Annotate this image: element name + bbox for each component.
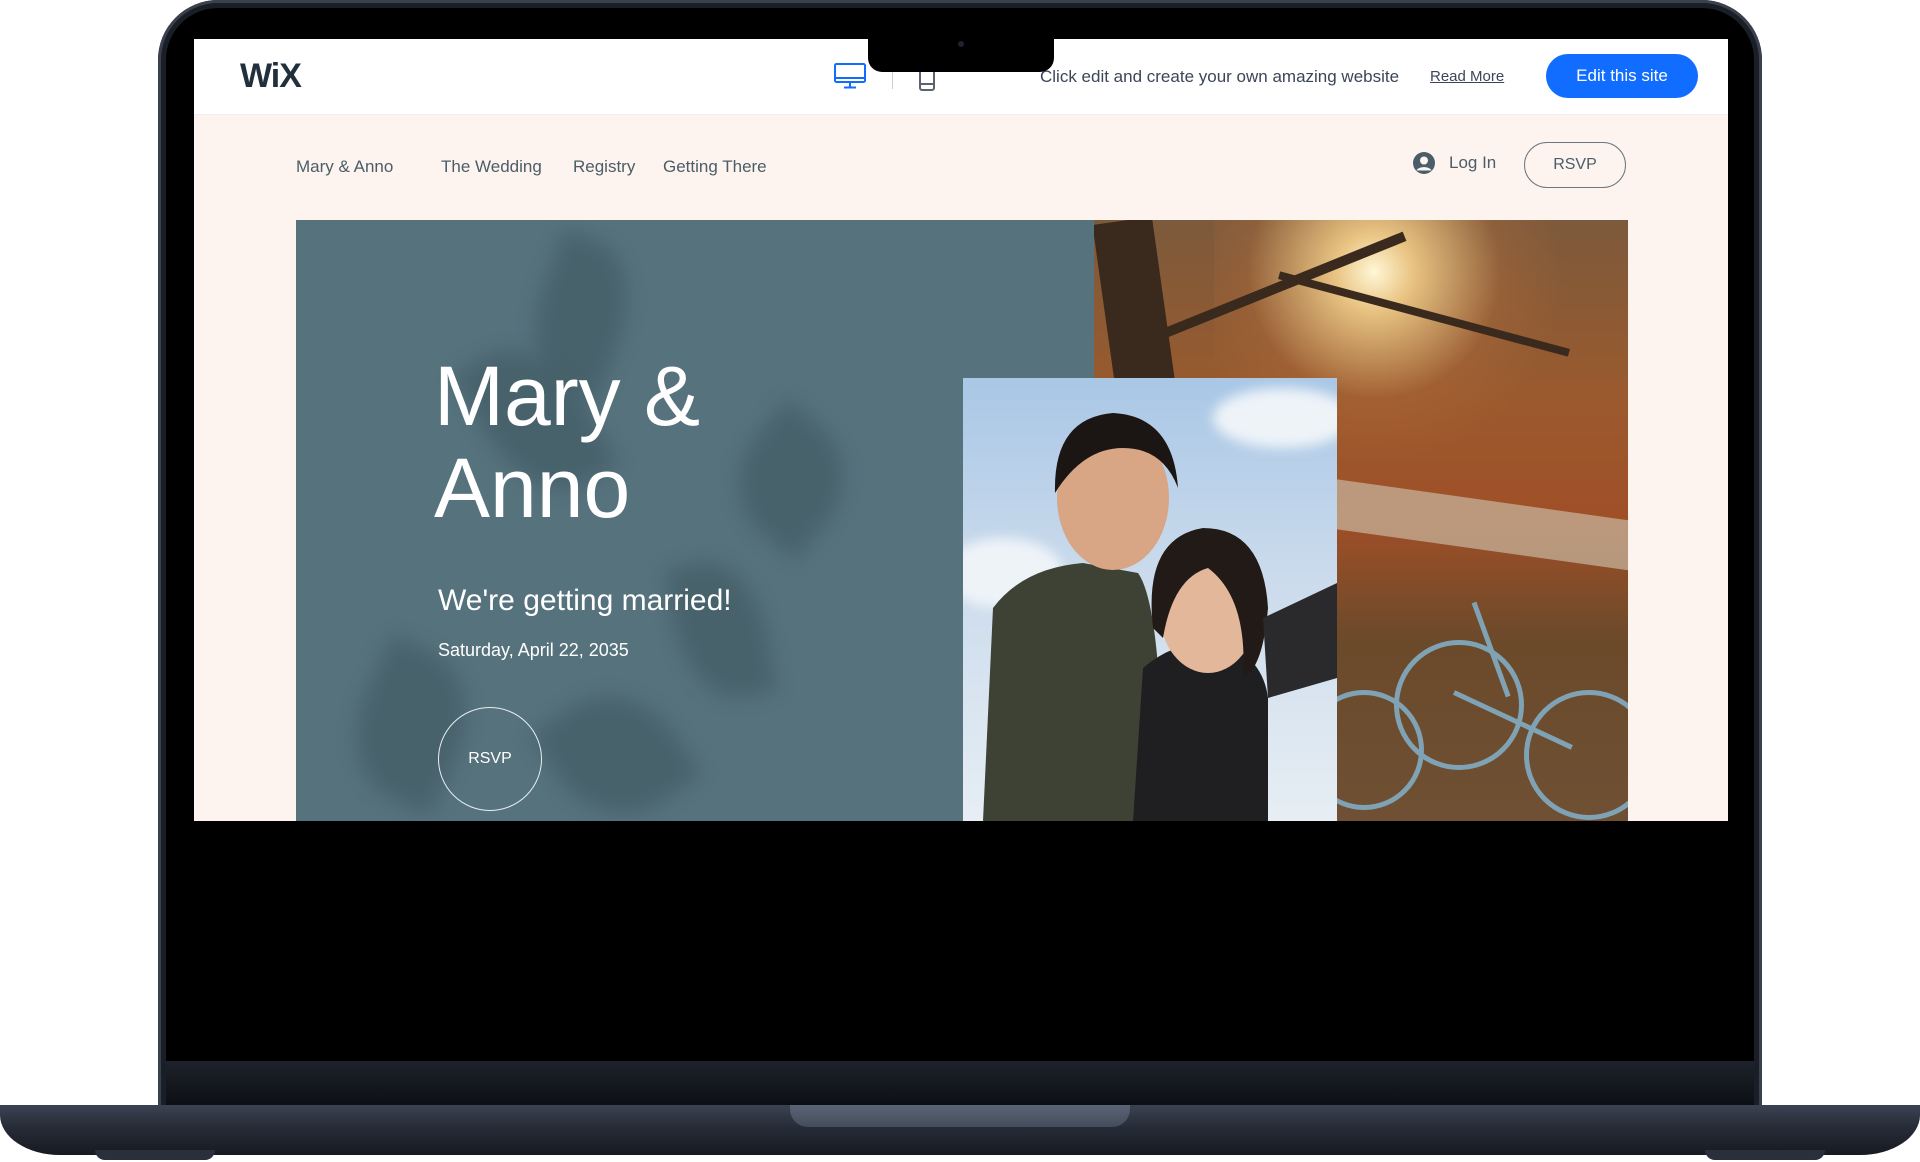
edit-this-site-button[interactable]: Edit this site	[1546, 54, 1698, 98]
laptop-foot	[1705, 1150, 1825, 1160]
laptop-foot	[95, 1150, 215, 1160]
nav-item-home[interactable]: Mary & Anno	[296, 157, 393, 177]
wedding-date: Saturday, April 22, 2035	[438, 640, 629, 660]
device-separator	[892, 71, 893, 89]
tree-trunk	[1094, 220, 1176, 394]
user-avatar-icon	[1413, 152, 1435, 174]
nav-item-registry[interactable]: Registry	[573, 157, 635, 177]
laptop-opening-notch	[790, 1105, 1130, 1127]
rsvp-nav-button[interactable]: RSVP	[1524, 142, 1626, 188]
bicycle-wheel	[1524, 690, 1628, 820]
park-path	[1324, 477, 1628, 573]
hero-title-line-1: Mary &	[434, 349, 701, 443]
browser-screen: WiX Click edit and create your own amazi…	[194, 39, 1728, 821]
login-button[interactable]: Log In	[1412, 151, 1496, 175]
leaf-shadow-decoration	[529, 667, 703, 821]
screen-lower-area	[166, 821, 1754, 1061]
laptop-lid-hinge	[166, 1061, 1754, 1105]
hero-subtitle: We're getting married!	[438, 584, 732, 617]
desktop-icon[interactable]	[834, 63, 866, 89]
hero-title: Mary & Anno	[434, 350, 854, 534]
wix-promo-message: Click edit and create your own amazing w…	[1040, 67, 1400, 86]
leaf-shadow-decoration	[664, 553, 778, 707]
read-more-link[interactable]: Read More	[1430, 68, 1504, 85]
wix-logo[interactable]: WiX	[240, 57, 302, 96]
camera-icon	[958, 41, 964, 47]
login-label: Log In	[1449, 153, 1497, 172]
nav-item-getting-there[interactable]: Getting There	[663, 157, 767, 177]
couple-figures	[983, 413, 1337, 821]
nav-item-the-wedding[interactable]: The Wedding	[441, 157, 542, 177]
couple-photo	[963, 378, 1337, 821]
camera-notch	[868, 38, 1054, 72]
rsvp-hero-button[interactable]: RSVP	[438, 707, 542, 811]
hero-title-line-2: Anno	[434, 441, 631, 535]
